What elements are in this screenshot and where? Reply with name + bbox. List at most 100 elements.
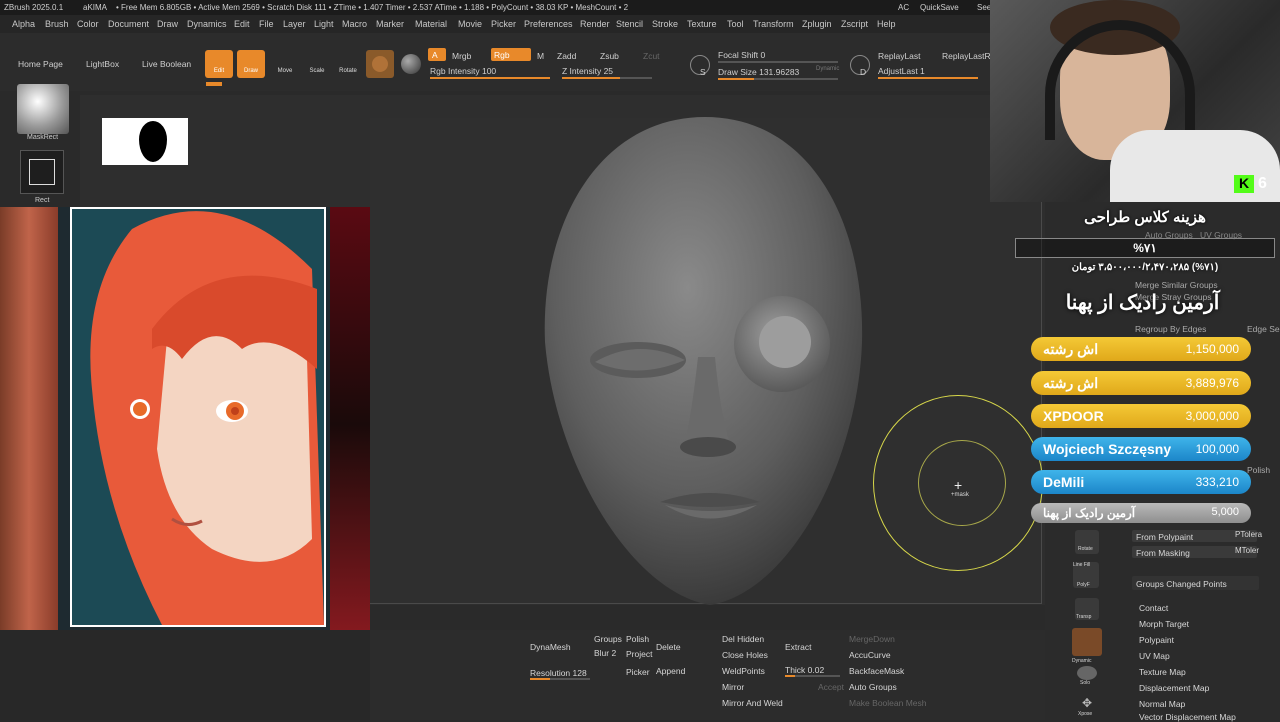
resolution-slider[interactable]: Resolution 128 (530, 668, 587, 678)
close-holes-button[interactable]: Close Holes (722, 650, 768, 660)
auto-groups-button[interactable]: Auto Groups (849, 682, 897, 692)
mirror-and-weld-button[interactable]: Mirror And Weld (722, 698, 783, 708)
menu-layer[interactable]: Layer (283, 19, 306, 29)
dynamic-toggle[interactable]: Dynamic (816, 66, 839, 72)
picker-button[interactable]: Picker (626, 667, 650, 677)
polypaint-item[interactable]: Polypaint (1139, 635, 1174, 645)
menu-document[interactable]: Document (108, 19, 149, 29)
menu-brush[interactable]: Brush (45, 19, 69, 29)
menu-material[interactable]: Material (415, 19, 447, 29)
make-boolean-mesh-button[interactable]: Make Boolean Mesh (849, 698, 927, 708)
menu-macro[interactable]: Macro (342, 19, 367, 29)
rect-stroke-button[interactable] (20, 150, 64, 194)
menu-color[interactable]: Color (77, 19, 99, 29)
menu-picker[interactable]: Picker (491, 19, 516, 29)
a-button[interactable]: A (428, 48, 446, 61)
menu-stroke[interactable]: Stroke (652, 19, 678, 29)
accept-button[interactable]: Accept (818, 682, 844, 692)
focal-shift-track[interactable] (718, 61, 838, 63)
head-sculpt[interactable] (520, 112, 890, 612)
material-sphere-icon[interactable] (401, 54, 421, 74)
adjust-last-slider[interactable]: AdjustLast 1 (878, 66, 925, 76)
displacement-map-item[interactable]: Displacement Map (1139, 683, 1209, 693)
adjust-last-track[interactable] (878, 77, 978, 79)
polish-button[interactable]: Polish (626, 634, 649, 644)
del-hidden-button[interactable]: Del Hidden (722, 634, 764, 644)
menu-dynamics[interactable]: Dynamics (187, 19, 227, 29)
rgb-intensity-slider[interactable]: Rgb Intensity 100 (430, 66, 496, 76)
thick-track[interactable] (785, 675, 840, 677)
mirror-button[interactable]: Mirror (722, 682, 744, 692)
live-boolean-button[interactable]: Live Boolean (142, 59, 191, 69)
menu-zscript[interactable]: Zscript (841, 19, 868, 29)
polish-item[interactable]: Polish (1247, 465, 1270, 475)
zsub-button[interactable]: Zsub (600, 51, 619, 61)
scale-mode-button[interactable]: Scale (303, 50, 331, 78)
zcut-button[interactable]: Zcut (643, 51, 660, 61)
menu-file[interactable]: File (259, 19, 274, 29)
menu-transform[interactable]: Transform (753, 19, 794, 29)
contact-item[interactable]: Contact (1139, 603, 1168, 613)
mrgb-button[interactable]: Mrgb (452, 51, 471, 61)
menu-alpha[interactable]: Alpha (12, 19, 35, 29)
menu-zplugin[interactable]: Zplugin (802, 19, 832, 29)
regroup-edges-item[interactable]: Regroup By Edges (1135, 324, 1206, 334)
replay-last-button[interactable]: ReplayLast (878, 51, 921, 61)
mergedown-button[interactable]: MergeDown (849, 634, 895, 644)
menu-movie[interactable]: Movie (458, 19, 482, 29)
dynamesh-button[interactable]: DynaMesh (530, 642, 571, 652)
d-label: D (860, 67, 867, 77)
resolution-track[interactable] (530, 678, 590, 680)
menu-help[interactable]: Help (877, 19, 896, 29)
uv-map-item[interactable]: UV Map (1139, 651, 1170, 661)
extract-button[interactable]: Extract (785, 642, 811, 652)
rotate-mode-button[interactable]: Rotate (334, 50, 362, 78)
ac-button[interactable]: AC (898, 3, 909, 12)
menu-draw[interactable]: Draw (157, 19, 178, 29)
merge-similar-item[interactable]: Merge Similar Groups (1135, 280, 1218, 290)
accucurve-button[interactable]: AccuCurve (849, 650, 891, 660)
menu-tool[interactable]: Tool (727, 19, 744, 29)
append-button[interactable]: Append (656, 666, 685, 676)
menu-texture[interactable]: Texture (687, 19, 717, 29)
texture-map-item[interactable]: Texture Map (1139, 667, 1186, 677)
z-intensity-slider[interactable]: Z Intensity 25 (562, 66, 613, 76)
vector-displacement-map-item[interactable]: Vector Displacement Map (1139, 712, 1236, 722)
backfacemask-button[interactable]: BackfaceMask (849, 666, 904, 676)
draw-size-track[interactable] (718, 78, 838, 80)
menu-marker[interactable]: Marker (376, 19, 404, 29)
menu-stencil[interactable]: Stencil (616, 19, 643, 29)
draw-mode-button[interactable]: Draw (237, 50, 265, 78)
home-page-button[interactable]: Home Page (18, 59, 63, 69)
groups-button[interactable]: Groups (594, 634, 622, 644)
lightbox-button[interactable]: LightBox (86, 59, 119, 69)
edit-mode-button[interactable]: Edit (205, 50, 233, 78)
m-button[interactable]: M (537, 51, 544, 61)
material-swatch[interactable] (366, 50, 394, 78)
rgb-button[interactable]: Rgb (491, 48, 531, 61)
weldpoints-button[interactable]: WeldPoints (722, 666, 765, 676)
blur-slider[interactable]: Blur 2 (594, 648, 616, 658)
delete-button[interactable]: Delete (656, 642, 681, 652)
edge-se-item[interactable]: Edge Se (1247, 324, 1280, 334)
zadd-button[interactable]: Zadd (557, 51, 576, 61)
menu-edit[interactable]: Edit (234, 19, 250, 29)
replay-last-rel-button[interactable]: ReplayLastRel (942, 51, 997, 61)
normal-map-item[interactable]: Normal Map (1139, 699, 1185, 709)
project-button[interactable]: Project (626, 649, 652, 659)
rgb-intensity-track[interactable] (430, 77, 550, 79)
move-mode-button[interactable]: Move (271, 50, 299, 78)
xpose-icon[interactable]: ✥ (1077, 696, 1097, 712)
morph-target-item[interactable]: Morph Target (1139, 619, 1189, 629)
menu-render[interactable]: Render (580, 19, 610, 29)
menu-light[interactable]: Light (314, 19, 334, 29)
thick-slider[interactable]: Thick 0.02 (785, 665, 824, 675)
z-intensity-track[interactable] (562, 77, 652, 79)
menu-preferences[interactable]: Preferences (524, 19, 573, 29)
ghost-icon[interactable] (1072, 628, 1102, 656)
alpha-thumbnail[interactable] (17, 84, 69, 134)
quicksave-button[interactable]: QuickSave (920, 3, 959, 12)
solo-icon[interactable] (1077, 666, 1097, 680)
draw-size-slider[interactable]: Draw Size 131.96283 (718, 67, 799, 77)
focal-shift-slider[interactable]: Focal Shift 0 (718, 50, 765, 60)
